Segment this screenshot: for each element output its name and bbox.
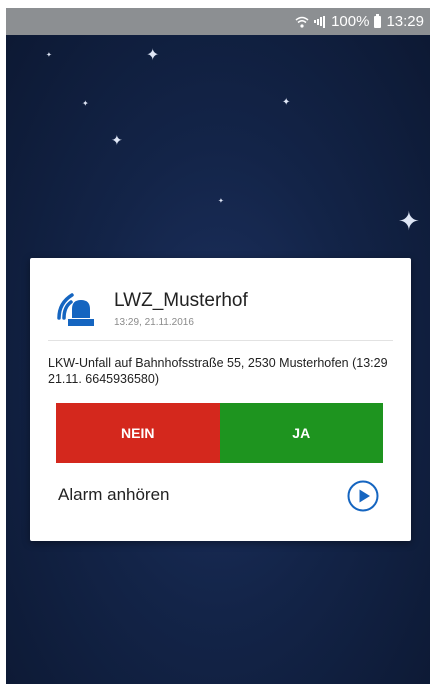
star-decoration: ✦	[82, 99, 89, 108]
accept-button[interactable]: JA	[219, 403, 383, 463]
status-bar: 100% 13:29	[6, 8, 430, 35]
signal-icon	[314, 15, 326, 28]
battery-percentage: 100%	[331, 13, 370, 30]
dialog-timestamp: 13:29, 21.11.2016	[114, 317, 194, 328]
reject-button[interactable]: NEIN	[56, 403, 220, 463]
listen-alarm-label: Alarm anhören	[58, 485, 170, 504]
play-icon[interactable]	[347, 480, 379, 512]
battery-icon	[374, 13, 382, 28]
clock: 13:29	[386, 13, 424, 30]
star-decoration: ✦	[46, 52, 52, 59]
phone-screen: 100% 13:29 ✦ ✦ ✦ ✦ ✦ ✦ ✦ LWZ_Musterhof 1…	[6, 8, 430, 684]
star-decoration: ✦	[111, 132, 123, 148]
wifi-icon	[295, 16, 309, 28]
alarm-dialog: LWZ_Musterhof 13:29, 21.11.2016 LKW-Unfa…	[30, 258, 411, 541]
star-decoration: ✦	[146, 47, 160, 64]
star-decoration: ✦	[282, 97, 291, 108]
alarm-siren-icon	[56, 285, 100, 329]
alarm-message: LKW-Unfall auf Bahnhofsstraße 55, 2530 M…	[48, 356, 388, 386]
response-buttons: NEIN JA	[56, 403, 383, 463]
divider	[48, 340, 393, 341]
dialog-title: LWZ_Musterhof	[114, 290, 248, 311]
star-decoration: ✦	[218, 198, 224, 205]
star-decoration: ✦	[398, 206, 420, 236]
